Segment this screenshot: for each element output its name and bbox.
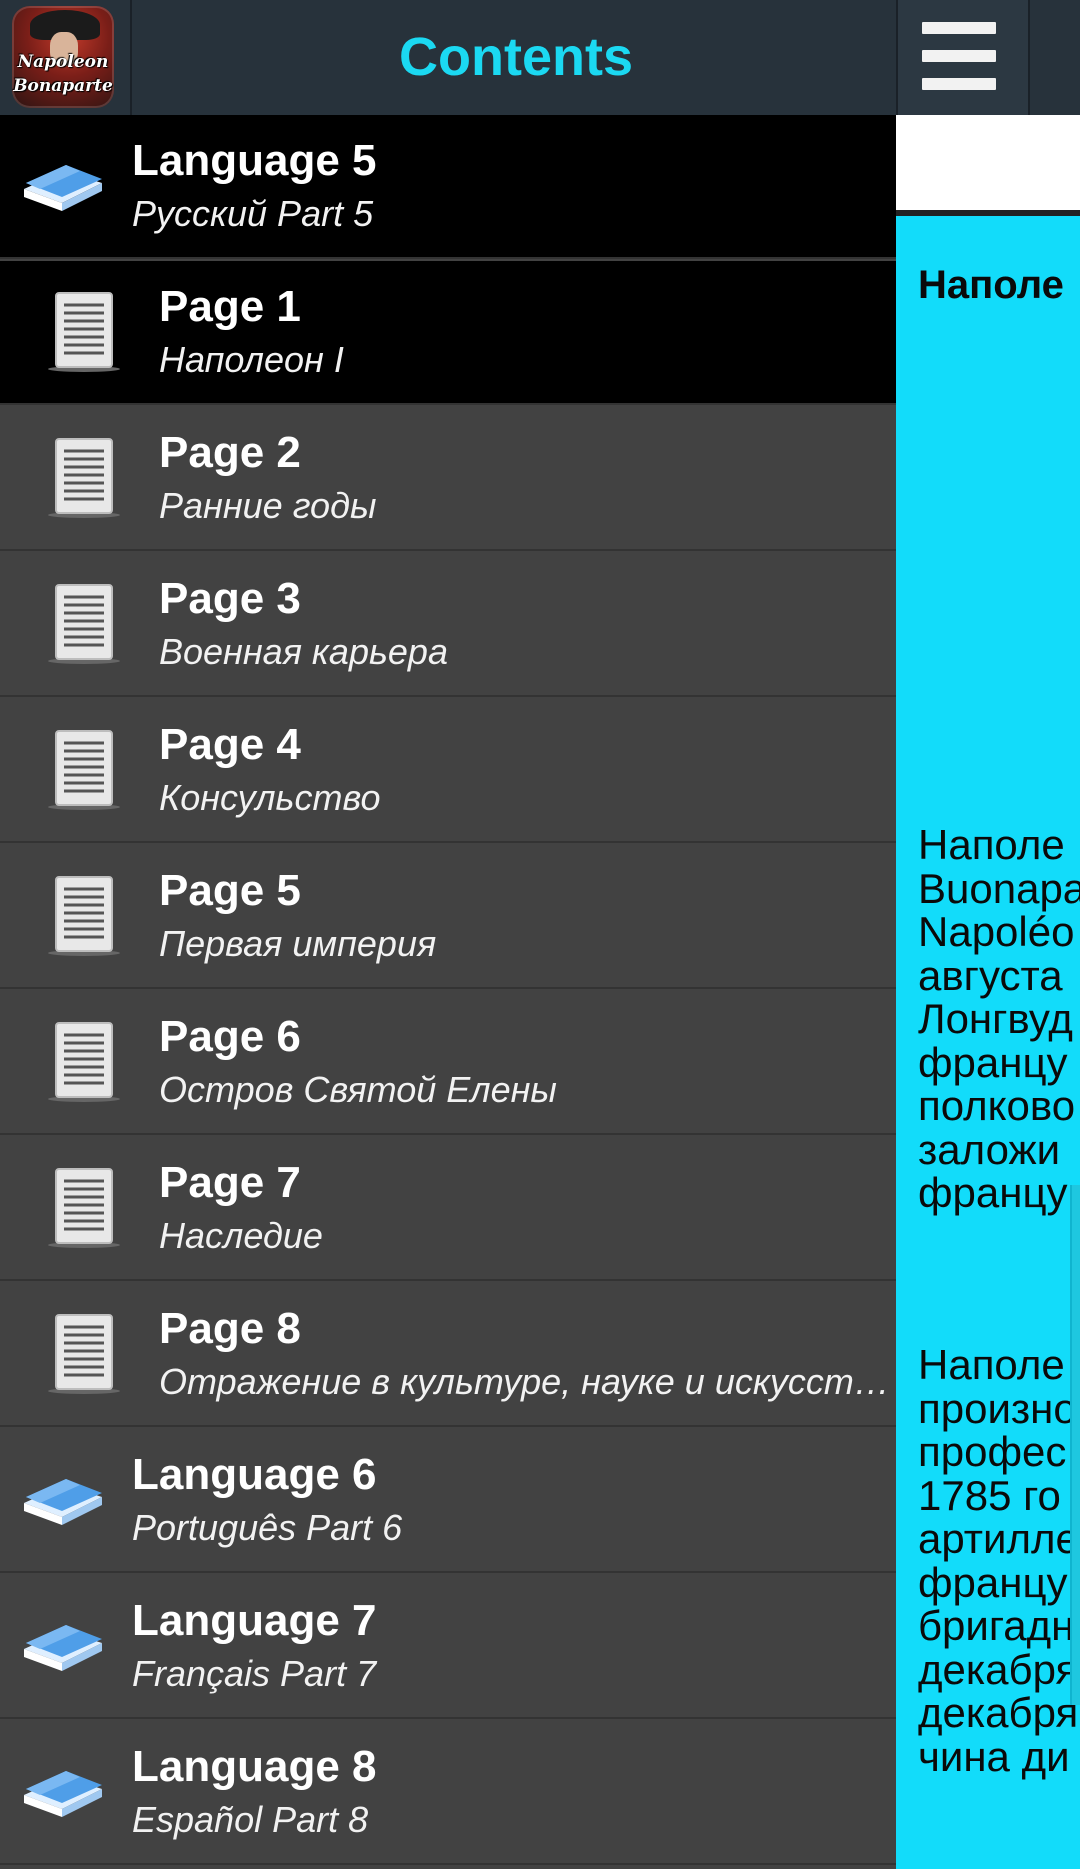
article-line: полково	[918, 1082, 1076, 1129]
drawer-item-subtitle: Português Part 6	[132, 1507, 403, 1548]
drawer-item-subtitle: Español Part 8	[132, 1799, 369, 1840]
article-paragraph-2: Наполе произно профес 1785 го артилле фр…	[918, 1343, 1079, 1778]
article-line: заложи	[918, 1125, 1061, 1173]
drawer-item-title: Language 8	[132, 1742, 377, 1791]
drawer-item-page-2[interactable]: Page 2 Ранние годы	[0, 407, 896, 551]
article-line: произно	[918, 1384, 1077, 1432]
drawer-item-subtitle: Наполеон I	[159, 339, 344, 380]
article-line: Наполе	[918, 1341, 1065, 1388]
article-scroll-edge[interactable]	[1070, 1185, 1080, 1705]
document-icon	[48, 1314, 120, 1394]
drawer-item-page-5[interactable]: Page 5 Первая империя	[0, 845, 896, 989]
drawer-item-subtitle: Français Part 7	[132, 1653, 377, 1694]
drawer-item-subtitle: Ранние годы	[159, 485, 377, 526]
article-divider	[896, 210, 1080, 216]
article-line: Лонгвуд	[918, 995, 1073, 1042]
app-logo[interactable]: Napoleon Bonaparte	[12, 6, 114, 108]
drawer-item-language-6[interactable]: Language 6 Português Part 6	[0, 1429, 896, 1573]
book-icon	[24, 1625, 102, 1671]
article-page[interactable]: Наполе Наполе Buonapa Napoléo августа Ло…	[896, 115, 1080, 1869]
drawer-item-title: Page 3	[159, 574, 301, 623]
drawer-item-text: Page 3 Военная карьера	[159, 571, 892, 677]
drawer-item-title: Page 4	[159, 720, 301, 769]
logo-text-line1: Napoleon	[17, 52, 109, 72]
document-icon	[48, 1168, 120, 1248]
drawer-item-page-6[interactable]: Page 6 Остров Святой Елены	[0, 991, 896, 1135]
drawer-item-title: Page 8	[159, 1304, 301, 1353]
article-paragraph-1: Наполе Buonapa Napoléo августа Лонгвуд ф…	[918, 823, 1080, 1215]
drawer-item-title: Page 6	[159, 1012, 301, 1061]
book-icon	[24, 1479, 102, 1525]
hamburger-icon	[922, 50, 996, 62]
article-line: францу	[918, 1558, 1068, 1606]
drawer-item-language-5[interactable]: Language 5 Русский Part 5	[0, 115, 896, 259]
article-banner	[896, 115, 1080, 210]
book-icon	[24, 165, 102, 211]
drawer-item-title: Language 6	[132, 1450, 377, 1499]
drawer-item-title: Page 2	[159, 428, 301, 477]
document-icon	[48, 1022, 120, 1102]
app-screen: Наполе Наполе Buonapa Napoléo августа Ло…	[0, 0, 1080, 1869]
drawer-item-subtitle: Наследие	[159, 1215, 323, 1256]
topbar-overflow-area	[1030, 0, 1080, 115]
article-line: артилле	[918, 1515, 1079, 1562]
drawer-item-subtitle: Отражение в культуре, науке и искусстве	[159, 1361, 891, 1402]
drawer-item-subtitle: Первая империя	[159, 923, 437, 964]
drawer-item-subtitle: Русский Part 5	[132, 193, 374, 234]
drawer-item-text: Page 2 Ранние годы	[159, 425, 892, 531]
drawer-item-subtitle: Военная карьера	[159, 631, 448, 672]
drawer-item-page-1[interactable]: Page 1 Наполеон I	[0, 261, 896, 405]
article-line: францу	[918, 1038, 1068, 1086]
document-icon	[48, 730, 120, 810]
navigation-drawer: Language 5 Русский Part 5 Page 1 Наполео…	[0, 115, 896, 1869]
drawer-item-title: Page 7	[159, 1158, 301, 1207]
drawer-item-page-7[interactable]: Page 7 Наследие	[0, 1137, 896, 1281]
drawer-item-text: Language 5 Русский Part 5	[132, 133, 892, 239]
drawer-item-text: Page 4 Консульство	[159, 717, 892, 823]
drawer-item-text: Page 6 Остров Святой Елены	[159, 1009, 892, 1115]
hamburger-icon	[922, 22, 996, 34]
drawer-item-title: Language 5	[132, 136, 377, 185]
drawer-item-page-3[interactable]: Page 3 Военная карьера	[0, 553, 896, 697]
article-line: Buonapa	[918, 864, 1080, 912]
drawer-item-subtitle: Консульство	[159, 777, 381, 818]
drawer-item-title: Page 5	[159, 866, 301, 915]
article-line: бригадн	[918, 1602, 1075, 1649]
article-line: августа	[918, 951, 1063, 999]
article-heading: Наполе	[918, 263, 1064, 307]
drawer-item-page-8[interactable]: Page 8 Отражение в культуре, науке и иск…	[0, 1283, 896, 1427]
article-line: профес	[918, 1428, 1067, 1475]
article-line: декабря	[918, 1645, 1079, 1693]
drawer-item-page-4[interactable]: Page 4 Консульство	[0, 699, 896, 843]
drawer-item-text: Language 6 Português Part 6	[132, 1447, 892, 1553]
article-line: Наполе	[918, 821, 1065, 868]
drawer-item-text: Page 1 Наполеон I	[159, 279, 892, 385]
article-line: чина ди	[918, 1732, 1070, 1780]
drawer-item-text: Language 8 Español Part 8	[132, 1739, 892, 1845]
hamburger-icon	[922, 78, 996, 90]
article-line: Napoléo	[918, 908, 1075, 955]
drawer-item-text: Page 7 Наследие	[159, 1155, 892, 1261]
article-line: декабря	[918, 1689, 1079, 1736]
drawer-item-language-8[interactable]: Language 8 Español Part 8	[0, 1721, 896, 1865]
drawer-item-text: Language 7 Français Part 7	[132, 1593, 892, 1699]
drawer-item-text: Page 5 Первая империя	[159, 863, 892, 969]
book-icon	[24, 1771, 102, 1817]
drawer-item-title: Language 7	[132, 1596, 377, 1645]
document-icon	[48, 292, 120, 372]
document-icon	[48, 876, 120, 956]
drawer-item-title: Page 1	[159, 282, 301, 331]
article-line: францу	[918, 1169, 1068, 1216]
top-app-bar: Napoleon Bonaparte Contents	[0, 0, 1080, 115]
drawer-item-subtitle: Остров Святой Елены	[159, 1069, 557, 1110]
drawer-item-text: Page 8 Отражение в культуре, науке и иск…	[159, 1301, 892, 1407]
logo-text-line2: Bonaparte	[13, 76, 113, 96]
menu-button[interactable]	[898, 0, 1028, 115]
drawer-item-language-7[interactable]: Language 7 Français Part 7	[0, 1575, 896, 1719]
article-line: 1785 го	[918, 1471, 1061, 1519]
document-icon	[48, 584, 120, 664]
document-icon	[48, 438, 120, 518]
page-title: Contents	[399, 27, 633, 87]
